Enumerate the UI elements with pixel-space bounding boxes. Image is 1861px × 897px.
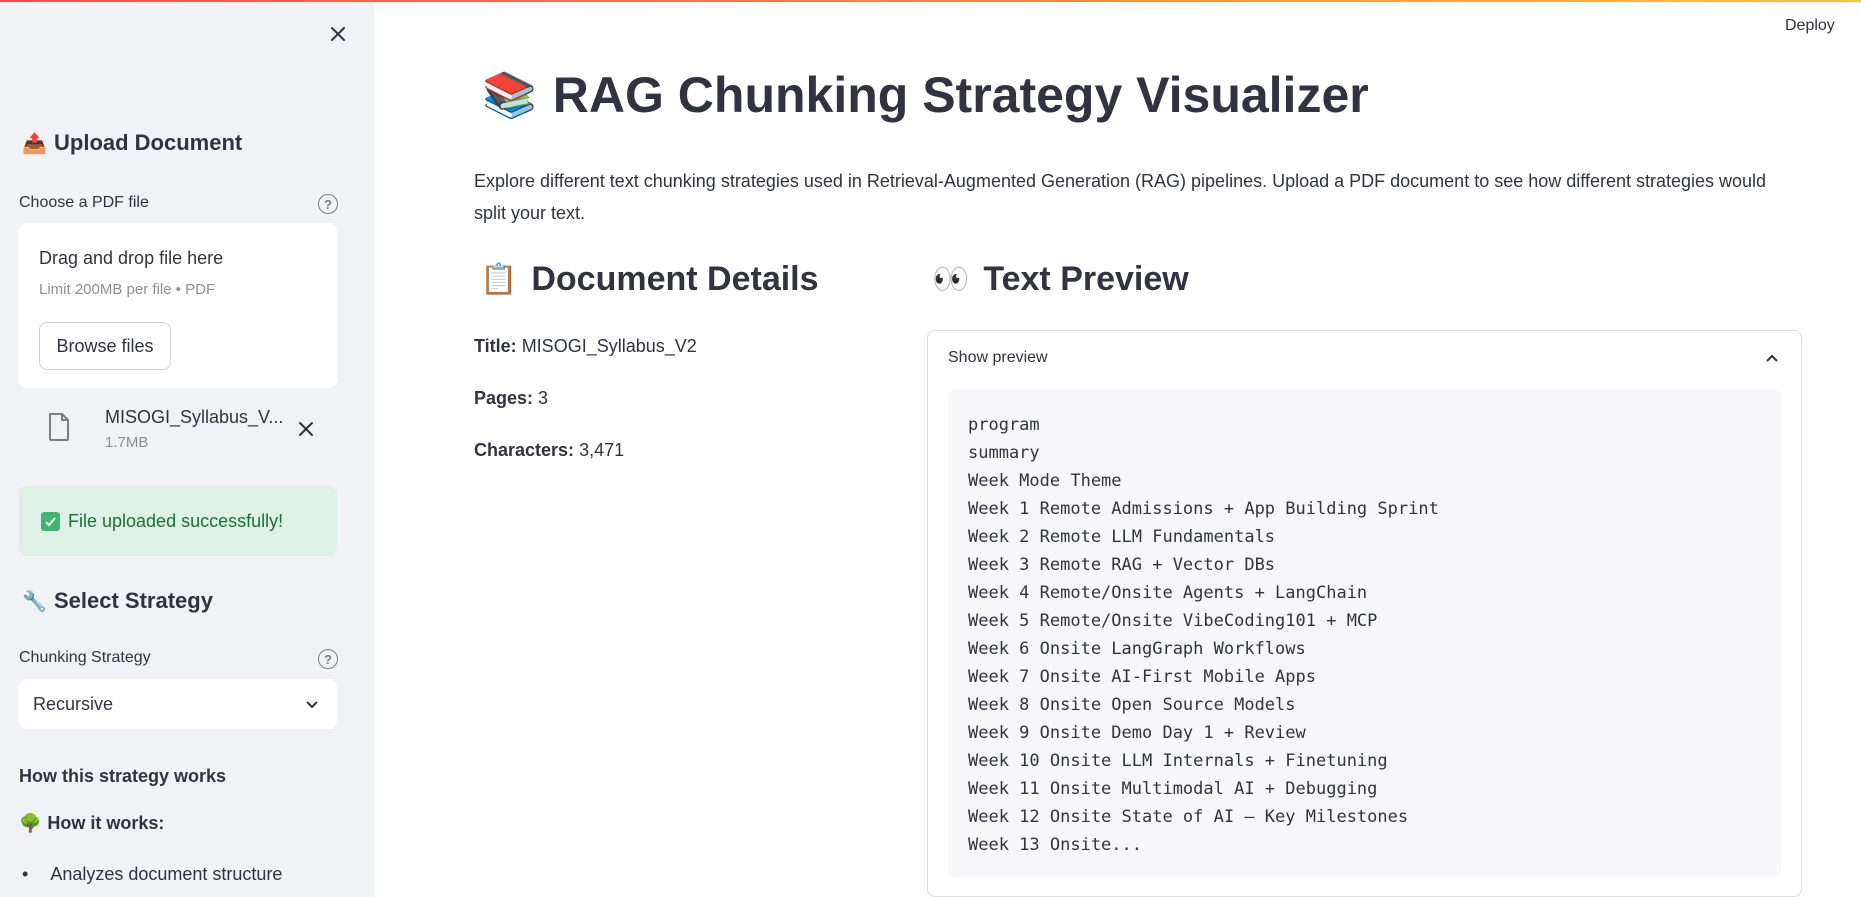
- strategy-heading: 🔧 Select Strategy: [22, 588, 213, 614]
- bullet-dot: •: [22, 864, 29, 884]
- preview-line: Week 11 Onsite Multimodal AI + Debugging: [968, 779, 1378, 799]
- detail-characters: Characters: 3,471: [474, 440, 624, 461]
- file-help-icon[interactable]: ?: [318, 194, 338, 214]
- preview-line: Week 3 Remote RAG + Vector DBs: [968, 555, 1276, 575]
- preview-line: Week 6 Onsite LangGraph Workflows: [968, 639, 1306, 659]
- file-icon: [47, 412, 71, 447]
- clipboard-icon: 📋: [480, 263, 518, 296]
- eyes-icon: 👀: [932, 263, 970, 296]
- page-title: 📚 RAG Chunking Strategy Visualizer: [482, 66, 1369, 124]
- preview-line: Week 10 Onsite LLM Internals + Finetunin…: [968, 751, 1388, 771]
- preview-heading: 👀 Text Preview: [932, 260, 1189, 299]
- detail-title: Title: MISOGI_Syllabus_V2: [474, 336, 697, 357]
- dropzone-title: Drag and drop file here: [39, 248, 224, 268]
- upload-success-alert: File uploaded successfully!: [19, 486, 337, 556]
- upload-heading-text: Upload Document: [54, 130, 243, 155]
- remove-file-icon[interactable]: [291, 414, 321, 444]
- preview-line: Week 8 Onsite Open Source Models: [968, 695, 1296, 715]
- detail-chars-label: Characters:: [474, 440, 575, 460]
- wrench-icon: 🔧: [22, 590, 47, 613]
- details-heading-text: Document Details: [531, 260, 819, 298]
- browse-files-button[interactable]: Browse files: [39, 322, 171, 370]
- how-it-works-text: How it works:: [47, 813, 165, 833]
- detail-pages-value: 3: [538, 388, 549, 408]
- detail-title-label: Title:: [474, 336, 517, 356]
- upload-heading: 📤 Upload Document: [22, 130, 242, 156]
- preview-line: Week 5 Remote/Onsite VibeCoding101 + MCP: [968, 611, 1378, 631]
- top-decoration-bar: [0, 0, 1861, 2]
- preview-line: Week 12 Onsite State of AI – Key Milesto…: [968, 807, 1409, 827]
- preview-line: Week 1 Remote Admissions + App Building …: [968, 499, 1439, 519]
- uploaded-file: MISOGI_Syllabus_V... 1.7MB: [19, 400, 337, 460]
- strategy-select-value: Recursive: [33, 693, 114, 714]
- how-strategy-heading: How this strategy works: [19, 766, 227, 786]
- preview-line: Week Mode Theme: [968, 471, 1122, 491]
- close-sidebar-icon[interactable]: [320, 16, 356, 52]
- preview-toggle[interactable]: Show preview: [948, 349, 1048, 367]
- preview-expander: Show preview program summary Week Mode The…: [927, 330, 1802, 897]
- books-icon: 📚: [482, 71, 537, 120]
- file-name: MISOGI_Syllabus_V...: [105, 407, 284, 427]
- chevron-down-icon: [305, 696, 319, 717]
- detail-pages: Pages: 3: [474, 388, 548, 409]
- check-icon: [41, 511, 60, 531]
- preview-line: summary: [968, 443, 1040, 463]
- strategy-select[interactable]: Recursive: [19, 679, 337, 729]
- preview-line: Week 9 Onsite Demo Day 1 + Review: [968, 723, 1306, 743]
- file-dropzone[interactable]: Drag and drop file here Limit 200MB per …: [19, 223, 337, 388]
- preview-heading-text: Text Preview: [983, 260, 1189, 298]
- strategy-label: Chunking Strategy: [19, 649, 151, 666]
- intro-text: Explore different text chunking strategi…: [474, 171, 1767, 223]
- preview-line: Week 13 Onsite...: [968, 835, 1142, 855]
- sidebar: 📤 Upload Document Choose a PDF file ? Dr…: [0, 0, 374, 897]
- preview-line: Week 7 Onsite AI-First Mobile Apps: [968, 667, 1316, 687]
- list-item: • Analyzes document structure: [22, 864, 282, 885]
- strategy-heading-text: Select Strategy: [54, 588, 213, 613]
- file-size: 1.7MB: [105, 434, 149, 451]
- tree-icon: 🌳: [19, 813, 42, 833]
- success-message: File uploaded successfully!: [68, 510, 284, 531]
- preview-line: Week 4 Remote/Onsite Agents + LangChain: [968, 583, 1368, 603]
- page-title-text: RAG Chunking Strategy Visualizer: [552, 67, 1369, 123]
- preview-line: program: [968, 415, 1040, 435]
- detail-pages-label: Pages:: [474, 388, 534, 408]
- detail-title-value: MISOGI_Syllabus_V2: [521, 336, 697, 356]
- bullet-text: Analyzes document structure: [50, 864, 283, 884]
- how-it-works-heading: 🌳 How it works:: [19, 813, 164, 834]
- file-uploader-label: Choose a PDF file: [19, 194, 149, 211]
- strategy-help-icon[interactable]: ?: [318, 649, 338, 669]
- dropzone-limit: Limit 200MB per file • PDF: [39, 281, 216, 298]
- preview-code-block: program summary Week Mode Theme Week 1 Remo…: [948, 389, 1781, 877]
- details-heading: 📋 Document Details: [480, 260, 819, 299]
- preview-line: Week 2 Remote LLM Fundamentals: [968, 527, 1276, 547]
- chevron-up-icon[interactable]: [1765, 351, 1779, 370]
- upload-icon: 📤: [22, 132, 47, 155]
- deploy-button[interactable]: Deploy: [1785, 17, 1835, 35]
- detail-chars-value: 3,471: [579, 440, 625, 460]
